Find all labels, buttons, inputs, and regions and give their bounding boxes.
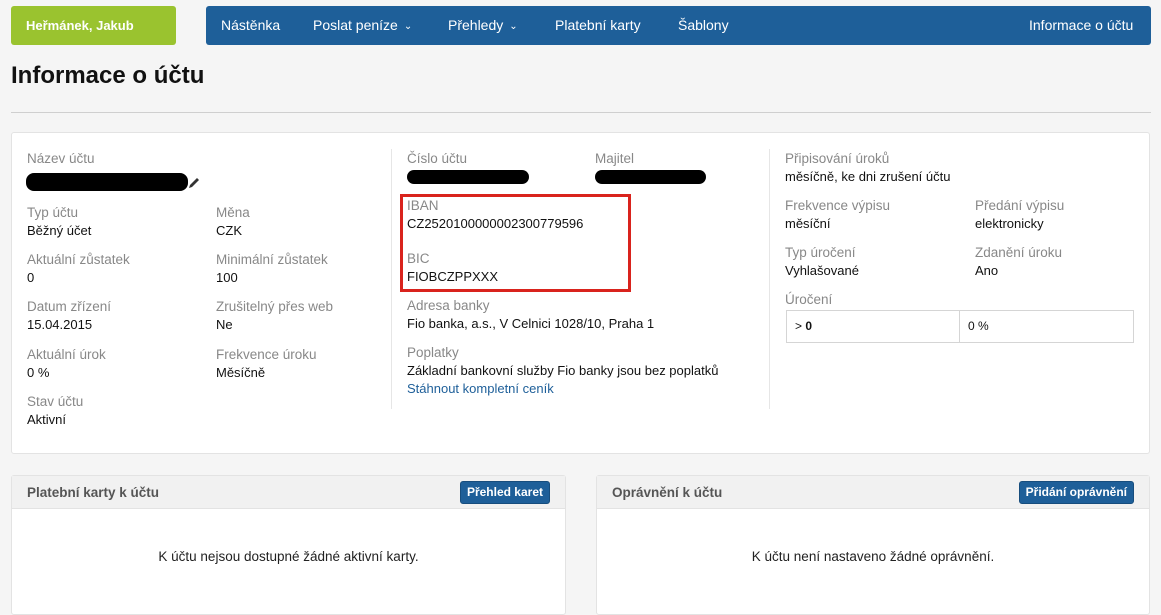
interest-field: Úročení bbox=[785, 292, 832, 307]
balance-field: Aktuální zůstatek 0 bbox=[27, 252, 130, 285]
interest-credit-field: Připisování úroků měsíčně, ke dni zrušen… bbox=[785, 151, 950, 184]
min-balance-value: 100 bbox=[216, 270, 238, 285]
balance-value: 0 bbox=[27, 270, 35, 285]
statement-frequency-label: Frekvence výpisu bbox=[785, 198, 891, 213]
statement-frequency-field: Frekvence výpisu měsíční bbox=[785, 198, 890, 231]
interest-threshold-prefix: > bbox=[795, 319, 806, 333]
owner-label: Majitel bbox=[595, 151, 635, 166]
account-type-field: Typ účtu Běžný účet bbox=[27, 205, 91, 238]
permissions-empty-message: K účtu není nastaveno žádné oprávnění. bbox=[751, 549, 995, 564]
account-state-label: Stav účtu bbox=[27, 394, 84, 409]
web-cancel-field: Zrušitelný přes web Ne bbox=[216, 299, 333, 332]
cards-panel-title: Platební karty k účtu bbox=[27, 485, 160, 500]
account-type-label: Typ účtu bbox=[27, 205, 79, 220]
interest-threshold-cell: > 0 bbox=[787, 311, 960, 342]
nav-templates[interactable]: Šablony bbox=[678, 6, 729, 45]
permissions-panel: Oprávnění k účtu Přidání oprávnění K účt… bbox=[596, 475, 1150, 615]
cards-panel-header: Platební karty k účtu Přehled karet bbox=[12, 476, 565, 509]
title-divider bbox=[11, 112, 1151, 113]
interest-type-label: Typ úročení bbox=[785, 245, 856, 260]
interest-label: Úročení bbox=[785, 292, 833, 307]
main-navbar: Nástěnka Poslat peníze ⌄ Přehledy ⌄ Plateb… bbox=[206, 6, 1151, 45]
bank-address-value: Fio banka, a.s., V Celnici 1028/10, Prah… bbox=[407, 316, 655, 331]
iban-bic-highlight bbox=[400, 194, 631, 292]
nav-overviews[interactable]: Přehledy ⌄ bbox=[448, 6, 518, 45]
min-balance-label: Minimální zůstatek bbox=[216, 252, 328, 267]
interest-type-value: Vyhlašované bbox=[785, 263, 859, 278]
nav-account-info[interactable]: Informace o účtu bbox=[1029, 6, 1133, 45]
rate-frequency-field: Frekvence úroku Měsíčně bbox=[216, 347, 317, 380]
min-balance-field: Minimální zůstatek 100 bbox=[216, 252, 328, 285]
statement-delivery-field: Předání výpisu elektronicky bbox=[975, 198, 1064, 231]
statement-delivery-value: elektronicky bbox=[975, 216, 1044, 231]
fees-value: Základní bankovní služby Fio banky jsou … bbox=[407, 363, 719, 378]
nav-payment-cards[interactable]: Platební karty bbox=[555, 6, 641, 45]
nav-dashboard[interactable]: Nástěnka bbox=[221, 6, 280, 45]
rate-frequency-label: Frekvence úroku bbox=[216, 347, 317, 362]
account-name-label: Název účtu bbox=[27, 151, 95, 166]
fees-field: Poplatky Základní bankovní služby Fio ba… bbox=[407, 345, 718, 396]
nav-send-money-label: Poslat peníze bbox=[313, 17, 398, 33]
chevron-down-icon: ⌄ bbox=[403, 21, 413, 32]
redacted-account-name bbox=[26, 173, 188, 191]
interest-tax-value: Ano bbox=[975, 263, 999, 278]
rate-frequency-value: Měsíčně bbox=[216, 365, 266, 380]
interest-rate-cell: 0 % bbox=[968, 319, 989, 333]
web-cancel-value: Ne bbox=[216, 317, 233, 332]
nav-overviews-label: Přehledy bbox=[448, 17, 504, 33]
price-list-link[interactable]: Stáhnout kompletní ceník bbox=[407, 381, 718, 396]
interest-credit-value: měsíčně, ke dni zrušení účtu bbox=[785, 169, 951, 184]
fees-label: Poplatky bbox=[407, 345, 459, 360]
owner-field: Majitel bbox=[595, 151, 634, 166]
permissions-panel-title: Oprávnění k účtu bbox=[612, 485, 723, 500]
interest-tax-field: Zdanění úroku Ano bbox=[975, 245, 1062, 278]
redacted-owner bbox=[595, 170, 706, 184]
account-number-field: Číslo účtu bbox=[407, 151, 467, 166]
interest-type-field: Typ úročení Vyhlašované bbox=[785, 245, 859, 278]
cards-overview-button[interactable]: Přehled karet bbox=[459, 481, 550, 504]
created-label: Datum zřízení bbox=[27, 299, 112, 314]
chevron-down-icon: ⌄ bbox=[509, 21, 518, 32]
pencil-icon[interactable] bbox=[187, 176, 201, 190]
statement-delivery-label: Předání výpisu bbox=[975, 198, 1065, 213]
user-menu-button[interactable]: Heřmánek, Jakub bbox=[11, 6, 176, 45]
account-state-field: Stav účtu Aktivní bbox=[27, 394, 83, 427]
account-info-panel: Název účtu Typ účtu Běžný účet Měna CZK … bbox=[11, 132, 1150, 454]
currency-label: Měna bbox=[216, 205, 250, 220]
interest-threshold: 0 bbox=[805, 319, 813, 333]
add-permission-button[interactable]: Přidání oprávnění bbox=[1018, 481, 1134, 504]
account-number-label: Číslo účtu bbox=[407, 151, 468, 166]
account-name-field: Název účtu bbox=[27, 151, 95, 166]
rate-field: Aktuální úrok 0 % bbox=[27, 347, 106, 380]
created-value: 15.04.2015 bbox=[27, 317, 93, 332]
currency-value: CZK bbox=[216, 223, 242, 238]
created-field: Datum zřízení 15.04.2015 bbox=[27, 299, 111, 332]
bank-address-label: Adresa banky bbox=[407, 298, 490, 313]
rate-value: 0 % bbox=[27, 365, 50, 380]
interest-table: > 0 0 % bbox=[786, 310, 1134, 343]
cards-empty-message: K účtu nejsou dostupné žádné aktivní kar… bbox=[158, 549, 419, 564]
account-state-value: Aktivní bbox=[27, 412, 67, 427]
column-divider bbox=[391, 149, 392, 409]
interest-credit-label: Připisování úroků bbox=[785, 151, 890, 166]
rate-label: Aktuální úrok bbox=[27, 347, 106, 362]
nav-send-money[interactable]: Poslat peníze ⌄ bbox=[313, 6, 412, 45]
statement-frequency-value: měsíční bbox=[785, 216, 831, 231]
balance-label: Aktuální zůstatek bbox=[27, 252, 130, 267]
account-type-value: Běžný účet bbox=[27, 223, 92, 238]
redacted-account-number bbox=[407, 170, 529, 184]
cards-panel: Platební karty k účtu Přehled karet K úč… bbox=[11, 475, 566, 615]
page-title: Informace o účtu bbox=[11, 62, 205, 89]
interest-tax-label: Zdanění úroku bbox=[975, 245, 1063, 260]
permissions-panel-header: Oprávnění k účtu Přidání oprávnění bbox=[597, 476, 1149, 509]
web-cancel-label: Zrušitelný přes web bbox=[216, 299, 334, 314]
column-divider bbox=[769, 149, 770, 409]
bank-address-field: Adresa banky Fio banka, a.s., V Celnici … bbox=[407, 298, 654, 331]
currency-field: Měna CZK bbox=[216, 205, 250, 238]
